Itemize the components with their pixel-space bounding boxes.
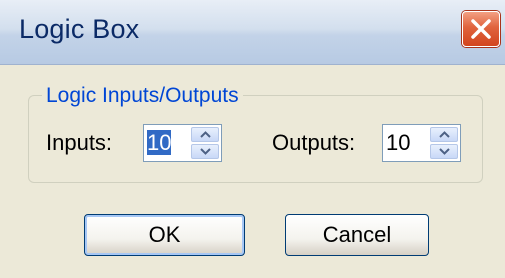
outputs-label: Outputs: <box>272 130 356 155</box>
inputs-label: Inputs: <box>46 130 113 155</box>
logic-box-dialog: Logic Box Logic Inputs/Outputs Inputs: 1… <box>0 0 505 278</box>
inputs-spinner[interactable]: 10 <box>143 124 222 162</box>
title-bar[interactable]: Logic Box <box>0 0 505 65</box>
outputs-spinner[interactable]: 10 <box>382 124 461 162</box>
groupbox-legend: Logic Inputs/Outputs <box>42 84 243 108</box>
inputs-spin-up-button[interactable] <box>191 127 219 142</box>
outputs-spin-up-button[interactable] <box>430 127 458 142</box>
close-button[interactable] <box>462 11 500 47</box>
cancel-button[interactable]: Cancel <box>285 214 429 256</box>
ok-button[interactable]: OK <box>84 214 245 256</box>
inputs-spin-down-button[interactable] <box>191 144 219 159</box>
outputs-field[interactable]: 10 <box>386 128 410 158</box>
inputs-field[interactable]: 10 <box>147 128 172 158</box>
outputs-spin-down-button[interactable] <box>430 144 458 159</box>
window-title: Logic Box <box>19 14 140 44</box>
